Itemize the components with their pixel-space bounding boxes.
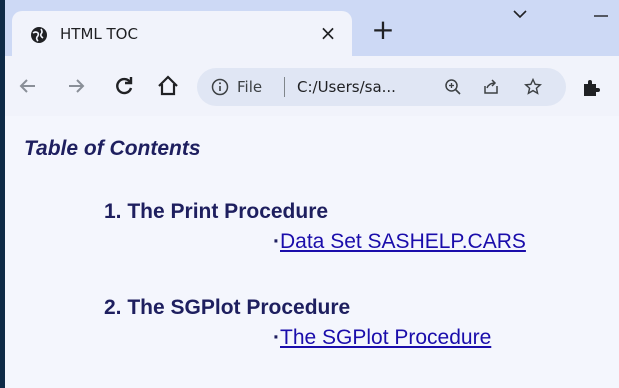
chevron-down-icon[interactable] [507, 4, 533, 24]
minimize-icon[interactable] [588, 6, 612, 26]
bookmark-star-icon[interactable] [523, 77, 543, 97]
omnibox-divider [284, 77, 285, 97]
section-heading: 2. The SGPlot Procedure [104, 296, 351, 319]
forward-icon[interactable] [62, 72, 90, 100]
toc-link-sgplot[interactable]: The SGPlot Procedure [280, 326, 491, 349]
reload-icon[interactable] [110, 72, 138, 100]
toc-title: Table of Contents [24, 137, 201, 160]
browser-toolbar: File C:/Users/sa... [0, 56, 619, 116]
globe-icon [31, 27, 47, 43]
share-icon[interactable] [481, 77, 501, 97]
scheme-label: File [237, 78, 263, 96]
close-icon[interactable]: × [315, 20, 341, 46]
url-text[interactable]: C:/Users/sa... [297, 78, 396, 96]
window-frame-edge [0, 0, 5, 388]
tab-html-toc[interactable]: HTML TOC × [12, 11, 352, 56]
info-icon[interactable] [211, 78, 229, 96]
address-bar[interactable]: File C:/Users/sa... [197, 68, 566, 106]
new-tab-button[interactable]: + [370, 16, 396, 44]
browser-window: HTML TOC × + File C:/Users/sa... Table o… [0, 0, 619, 388]
toc-entry: ·Data Set SASHELP.CARS [273, 230, 526, 254]
bullet-glyph: · [273, 230, 280, 253]
extensions-puzzle-icon[interactable] [580, 76, 604, 98]
section-heading: 1. The Print Procedure [104, 200, 329, 223]
bullet-glyph: · [273, 326, 280, 349]
tab-title: HTML TOC [60, 25, 138, 43]
page-content: Table of Contents 1. The Print Procedure… [0, 116, 619, 388]
zoom-icon[interactable] [443, 77, 463, 97]
tab-strip: HTML TOC × + [0, 0, 619, 56]
toc-entry: ·The SGPlot Procedure [273, 326, 491, 350]
home-icon[interactable] [154, 72, 182, 100]
back-icon[interactable] [14, 72, 42, 100]
toc-link-data-set[interactable]: Data Set SASHELP.CARS [280, 230, 526, 253]
